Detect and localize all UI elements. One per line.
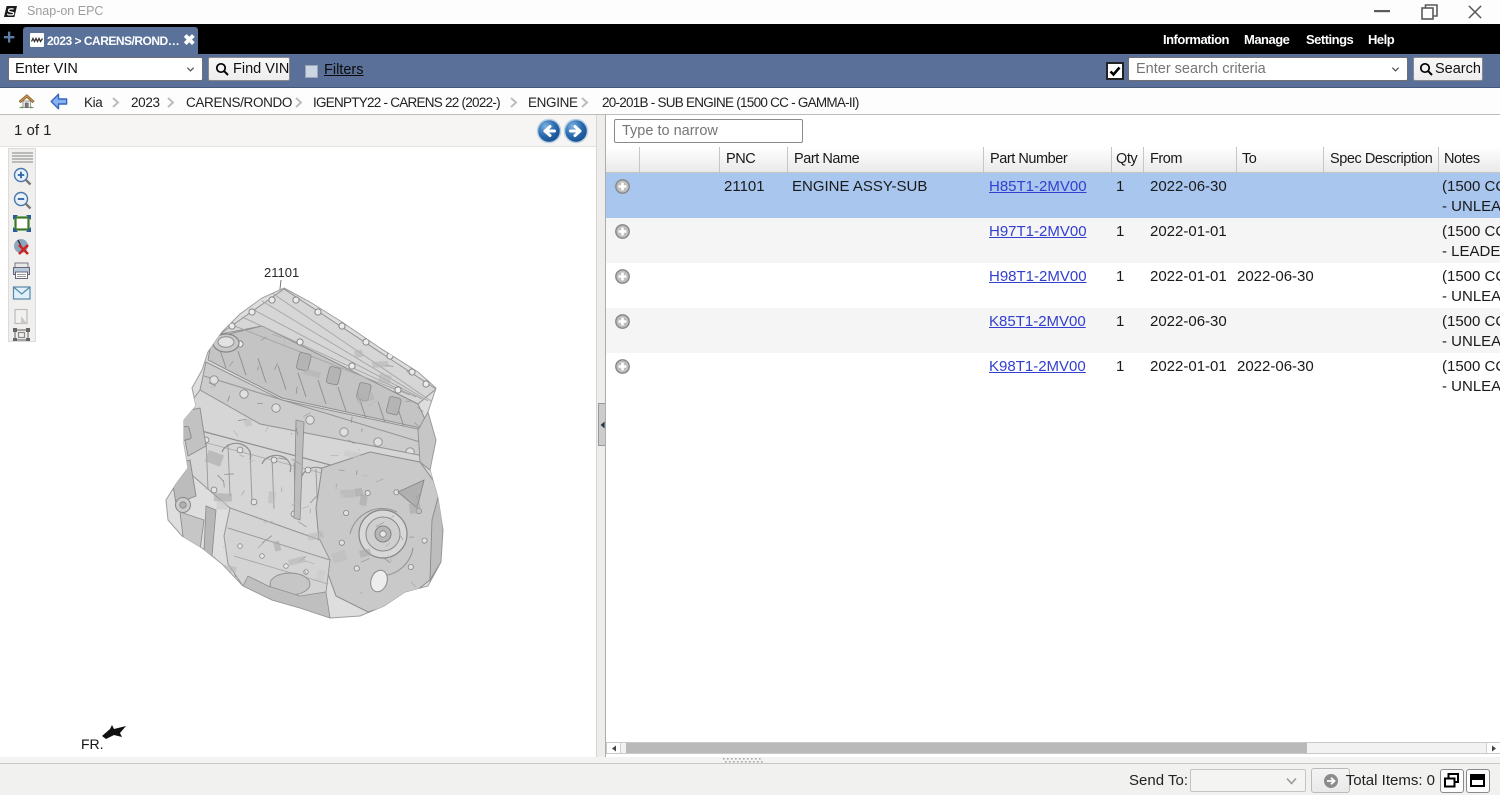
svg-text:21101: 21101 xyxy=(264,265,299,280)
